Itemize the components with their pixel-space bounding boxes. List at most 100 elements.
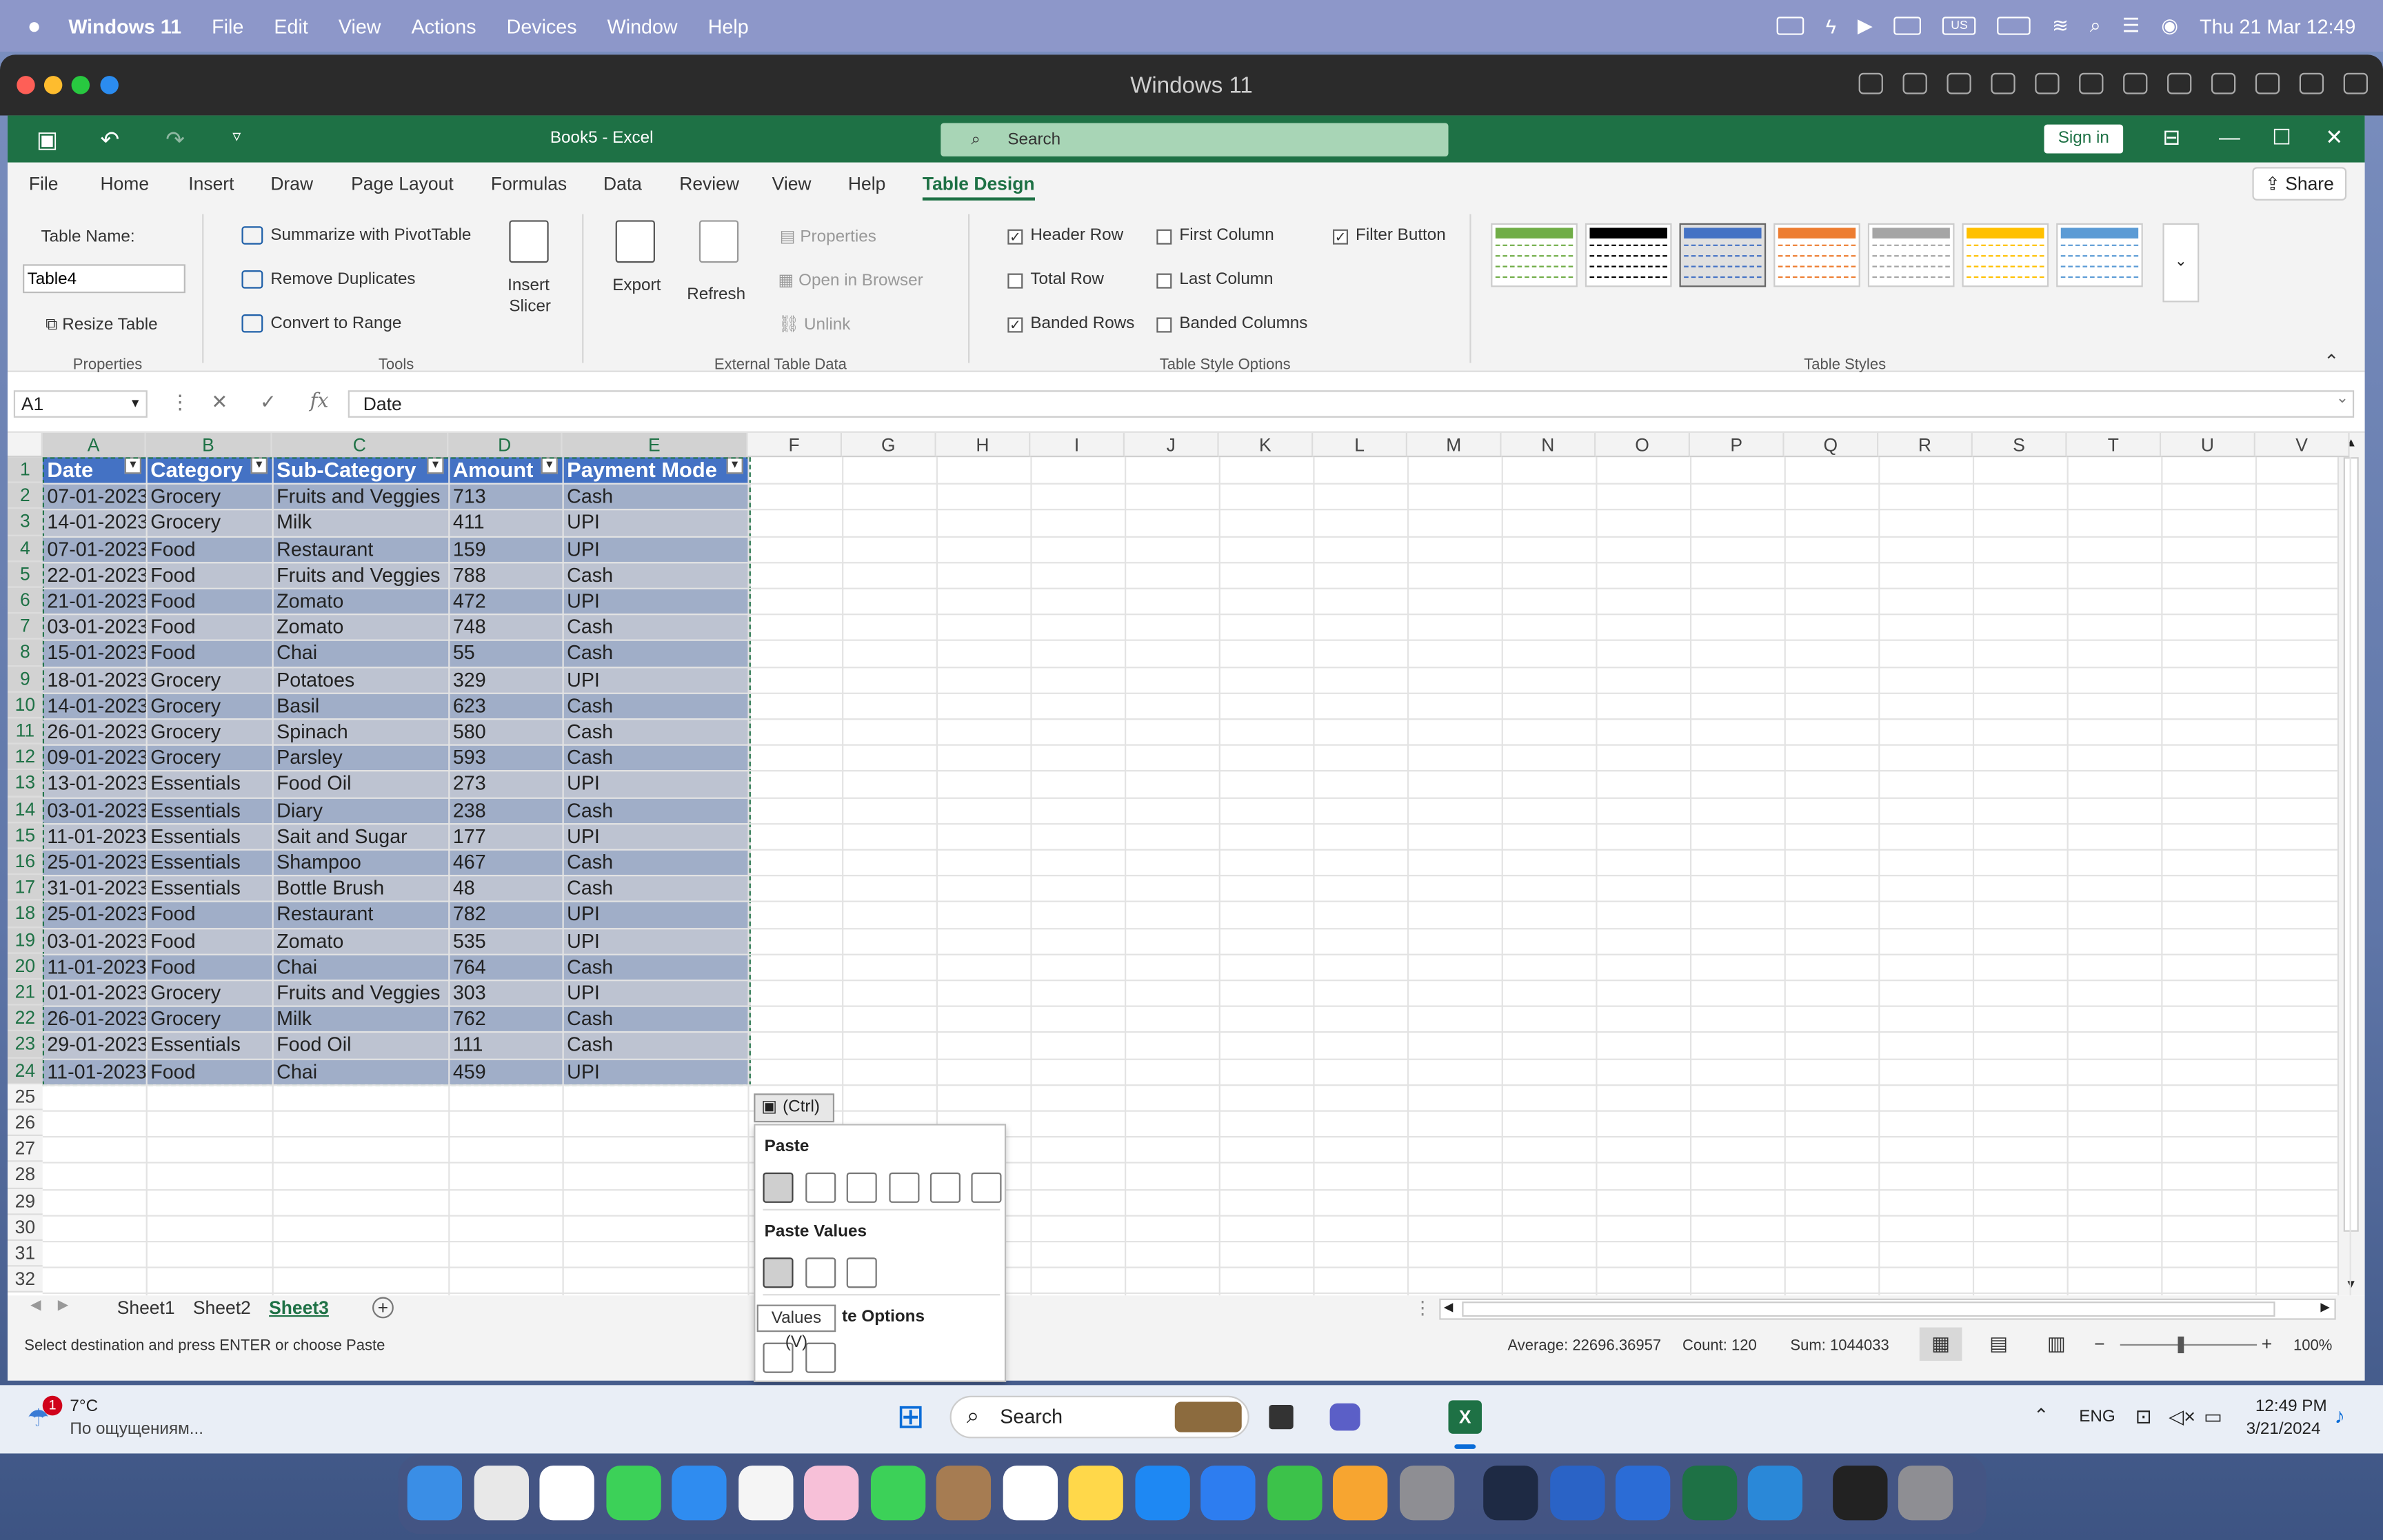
row-header-8[interactable]: 8 [8,640,43,667]
taskbar-search[interactable]: ⌕ Search [949,1395,1249,1439]
dock-app-icon[interactable] [1002,1466,1057,1521]
share-button[interactable]: ⇪ Share [2252,167,2347,201]
tab-help[interactable]: Help [848,173,885,194]
paste-formulas-icon[interactable] [805,1172,836,1203]
video-icon[interactable] [2211,72,2236,94]
dock-app-icon[interactable] [1747,1466,1803,1521]
menu-devices[interactable]: Devices [507,14,577,37]
scroll-left-icon[interactable]: ◀ [1444,1300,1454,1314]
dock-app-icon[interactable] [473,1466,528,1521]
cpu-icon[interactable] [1902,72,1927,94]
row-header-3[interactable]: 3 [8,509,43,536]
menu-app-name[interactable]: Windows 11 [68,14,181,37]
column-header-T[interactable]: T [2067,432,2162,458]
column-header-N[interactable]: N [1501,432,1596,458]
menu-view[interactable]: View [339,14,381,37]
menu-help[interactable]: Help [708,14,749,37]
row-header-30[interactable]: 30 [8,1215,43,1241]
row-header-31[interactable]: 31 [8,1241,43,1267]
dock-app-icon[interactable] [1615,1466,1671,1521]
row-header-29[interactable]: 29 [8,1188,43,1215]
column-header-O[interactable]: O [1596,432,1690,458]
menu-file[interactable]: File [212,14,243,37]
sheet-tab-2[interactable]: Sheet2 [193,1297,251,1319]
keyboard-icon[interactable] [1858,72,1883,94]
keep-column-widths-icon[interactable] [971,1172,1002,1203]
row-header-24[interactable]: 24 [8,1057,43,1084]
summarize-pivot-button[interactable]: Summarize with PivotTable [270,226,471,244]
tab-draw[interactable]: Draw [270,173,313,194]
page-layout-icon[interactable]: ▤ [1989,1332,2008,1356]
cancel-icon[interactable]: ✕ [211,390,228,414]
save-icon[interactable]: ▣ [37,126,58,153]
unlink-button[interactable]: ⛓ Unlink [778,314,850,334]
dock-app-icon[interactable] [1068,1466,1123,1521]
table-style-1[interactable] [1491,223,1578,287]
row-header-28[interactable]: 28 [8,1162,43,1189]
tab-insert[interactable]: Insert [188,173,234,194]
speaker-icon[interactable] [2079,72,2104,94]
column-header-U[interactable]: U [2161,432,2255,458]
page-break-icon[interactable]: ▥ [2047,1332,2066,1356]
control-center-icon[interactable]: ☰ [2122,14,2140,38]
column-header-J[interactable]: J [1125,432,1219,458]
sheet-tab-3[interactable]: Sheet3 [269,1297,329,1319]
apple-icon[interactable]: ● [28,13,41,39]
maximize-icon[interactable]: ☐ [2272,125,2291,150]
menu-datetime[interactable]: Thu 21 Mar 12:49 [2200,14,2355,37]
ribbon-display-icon[interactable]: ⊟ [2162,125,2180,150]
last-column-checkbox[interactable] [1156,273,1172,289]
scroll-right-icon[interactable]: ▶ [2320,1300,2330,1314]
excel-taskbar-icon[interactable]: X [1448,1400,1482,1434]
tab-home[interactable]: Home [100,173,149,194]
dock-app-icon[interactable] [539,1466,594,1521]
row-header-17[interactable]: 17 [8,875,43,902]
tab-page-layout[interactable]: Page Layout [351,173,454,194]
tab-file[interactable]: File [29,173,59,194]
zoom-slider[interactable] [2120,1344,2258,1346]
zoom-slider-thumb[interactable] [2178,1336,2184,1354]
minimize-icon[interactable]: — [2219,125,2240,149]
enter-icon[interactable]: ✓ [260,390,276,414]
sheet-tab-1[interactable]: Sheet1 [117,1297,175,1319]
column-header-H[interactable]: H [936,432,1031,458]
column-header-M[interactable]: M [1407,432,1502,458]
paste-formulas-number-format-icon[interactable] [846,1172,877,1203]
convert-to-range-button[interactable]: Convert to Range [270,314,401,332]
zoom-in-icon[interactable]: + [2262,1333,2272,1355]
export-button[interactable]: Export [612,276,661,294]
row-header-12[interactable]: 12 [8,744,43,771]
open-in-browser-button[interactable]: ▦ Open in Browser [778,270,923,290]
keyboard-layout[interactable]: US [1942,17,1976,35]
search-box[interactable]: ⌕ Search [941,123,1449,156]
redo-icon[interactable]: ↷ [165,126,185,153]
globe-icon[interactable] [2035,72,2060,94]
tab-data[interactable]: Data [603,173,642,194]
volume-muted-icon[interactable]: ◁× [2169,1405,2195,1429]
paste-icon[interactable] [763,1172,794,1203]
column-header-A[interactable]: A [42,432,146,458]
customize-qat-icon[interactable]: ▿ [232,126,241,145]
display-icon[interactable] [1893,17,1922,35]
row-header-14[interactable]: 14 [8,796,43,823]
insert-slicer-label-1[interactable]: Insert [507,276,550,294]
column-header-F[interactable]: F [747,432,843,458]
menu-window[interactable]: Window [607,14,678,37]
paste-picture-icon[interactable] [805,1342,836,1373]
dock-app-icon[interactable] [1267,1466,1322,1521]
tab-view[interactable]: View [772,173,812,194]
formula-input[interactable]: Date [348,390,2355,418]
dock-app-icon[interactable] [869,1466,925,1521]
column-header-D[interactable]: D [448,432,563,458]
insert-slicer-label-2[interactable]: Slicer [509,298,551,316]
banded-rows-checkbox[interactable]: ✓ [1007,317,1023,333]
column-header-S[interactable]: S [1972,432,2067,458]
drive-icon[interactable] [2167,72,2192,94]
first-column-checkbox[interactable] [1156,229,1172,245]
row-header-4[interactable]: 4 [8,535,43,562]
column-header-V[interactable]: V [2255,432,2350,458]
name-box-dropdown-icon[interactable]: ▼ [130,392,141,416]
close-icon[interactable]: ✕ [2325,125,2343,150]
row-header-21[interactable]: 21 [8,980,43,1006]
table-style-6[interactable] [1962,223,2049,287]
